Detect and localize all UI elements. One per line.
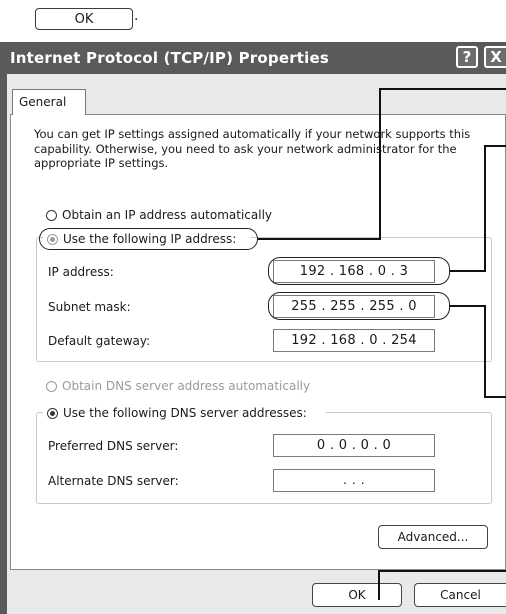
callout-line — [258, 238, 380, 240]
ip-address-label: IP address: — [48, 265, 114, 279]
help-icon[interactable]: ? — [456, 46, 478, 68]
callout-line — [450, 270, 485, 272]
alternate-dns-label: Alternate DNS server: — [48, 474, 179, 488]
advanced-button[interactable]: Advanced... — [378, 525, 488, 549]
subnet-mask-label: Subnet mask: — [48, 300, 131, 314]
close-icon[interactable]: X — [484, 46, 506, 68]
radio-use-dns[interactable]: Use the following DNS server addresses: — [47, 405, 307, 421]
alternate-dns-field[interactable]: . . . — [273, 469, 435, 492]
callout-highlight — [268, 257, 450, 285]
callout-line — [484, 396, 506, 398]
callout-line — [378, 570, 380, 600]
callout-highlight — [39, 228, 258, 250]
obtain-dns-auto-label: Obtain DNS server address automatically — [62, 379, 311, 393]
ok-button[interactable]: OK — [312, 583, 402, 607]
callout-line — [450, 305, 485, 307]
use-dns-label: Use the following DNS server addresses: — [63, 406, 307, 420]
preferred-dns-field[interactable]: 0 . 0 . 0 . 0 — [273, 434, 435, 457]
radio-icon — [47, 408, 58, 419]
callout-line — [484, 145, 506, 147]
tab-general[interactable]: General — [12, 89, 86, 115]
radio-icon — [46, 210, 57, 221]
radio-obtain-ip-auto[interactable]: Obtain an IP address automatically — [46, 207, 272, 223]
dialog-title: Internet Protocol (TCP/IP) Properties — [10, 49, 330, 67]
callout-line — [378, 570, 506, 572]
callout-line — [379, 88, 381, 240]
callout-line — [379, 88, 506, 90]
description-text: You can get IP settings assigned automat… — [34, 127, 471, 170]
preferred-dns-label: Preferred DNS server: — [48, 439, 179, 453]
top-ok-button[interactable]: OK — [35, 8, 133, 30]
radio-obtain-dns-auto[interactable]: Obtain DNS server address automatically — [46, 378, 310, 394]
obtain-ip-auto-label: Obtain an IP address automatically — [62, 208, 273, 222]
window-border — [0, 74, 7, 614]
radio-icon — [46, 381, 57, 392]
callout-line — [484, 305, 486, 398]
default-gateway-field[interactable]: 192 . 168 . 0 . 254 — [273, 329, 435, 352]
callout-line — [484, 145, 486, 272]
trailing-period: . — [134, 8, 139, 24]
callout-highlight — [268, 292, 450, 320]
default-gateway-label: Default gateway: — [48, 334, 151, 348]
cancel-button[interactable]: Cancel — [414, 583, 506, 607]
